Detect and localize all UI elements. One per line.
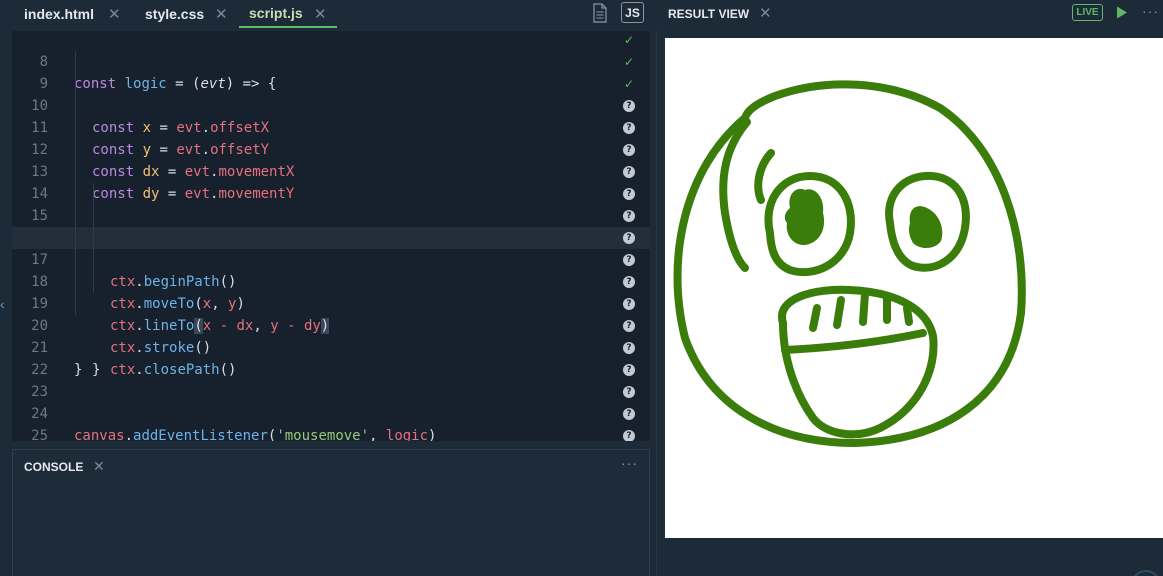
indent-guide xyxy=(75,139,76,161)
close-icon[interactable]: ✕ xyxy=(314,5,327,23)
question-icon: ? xyxy=(623,100,635,112)
question-icon: ? xyxy=(623,254,635,266)
code-line[interactable]: 19 ctx.closePath() ? xyxy=(12,271,650,378)
more-options-icon[interactable]: ··· xyxy=(621,455,638,471)
head-outline-stroke xyxy=(673,80,1026,447)
code-line[interactable]: 15 ctx.beginPath() ? xyxy=(12,183,650,290)
code-line[interactable]: 18 ctx.stroke() ? xyxy=(12,249,650,356)
code-line[interactable]: 21 } ? xyxy=(12,315,650,378)
close-icon[interactable]: ✕ xyxy=(108,5,121,23)
indent-guide xyxy=(93,227,94,249)
indent-guide xyxy=(75,183,76,205)
code-line-active[interactable]: 17 ctx.lineTo(x - dx, y - dy) ? xyxy=(12,227,650,334)
indent-guide xyxy=(75,205,76,227)
indent-guide xyxy=(93,205,94,227)
code-line[interactable]: 20 } ? xyxy=(12,293,650,378)
drawing-canvas[interactable] xyxy=(665,38,1163,538)
tooth-stroke xyxy=(903,304,913,326)
question-icon: ? xyxy=(623,430,635,441)
question-icon: ? xyxy=(623,342,635,354)
question-icon: ? xyxy=(623,166,635,178)
tab-script-js[interactable]: script.js ✕ xyxy=(239,0,337,28)
console-title: CONSOLE xyxy=(24,460,84,474)
question-icon: ? xyxy=(623,320,635,332)
code-line[interactable]: 26 ? xyxy=(12,425,650,441)
document-icon[interactable] xyxy=(592,3,608,23)
tooth-stroke xyxy=(859,290,869,326)
collapse-panel-icon[interactable]: ‹ xyxy=(0,296,10,312)
check-icon: ✓ xyxy=(623,77,635,91)
code-line[interactable]: 8 const logic = (evt) => { ✓ xyxy=(12,31,650,92)
indent-guide xyxy=(75,227,76,249)
code-line[interactable]: 24 canvas.addEventListener('mousemove', … xyxy=(12,381,650,441)
language-badge[interactable]: JS xyxy=(621,2,644,23)
tab-style-css[interactable]: style.css ✕ xyxy=(145,0,241,28)
code-line[interactable]: 9 const x = evt.offsetX ✓ xyxy=(12,51,650,136)
question-icon: ? xyxy=(623,210,635,222)
check-icon: ✓ xyxy=(623,55,635,69)
play-icon[interactable] xyxy=(1116,6,1128,19)
head-inner-arc-stroke xyxy=(719,118,751,272)
code-line[interactable]: 13 ? xyxy=(12,139,650,180)
question-icon: ? xyxy=(623,386,635,398)
left-eyebrow-stroke xyxy=(754,149,775,204)
result-view-header: RESULT VIEW ✕ LIVE ··· xyxy=(656,0,1163,28)
close-icon[interactable]: ✕ xyxy=(215,5,228,23)
indent-guide xyxy=(93,249,94,271)
code-line[interactable]: 12 const dy = evt.movementY ? xyxy=(12,117,650,202)
result-view-title: RESULT VIEW xyxy=(668,7,750,21)
code-line[interactable]: 10 const y = evt.offsetY ✓ xyxy=(12,73,650,158)
tooth-stroke xyxy=(833,296,845,329)
close-icon[interactable]: ✕ xyxy=(759,4,772,22)
mouth-inner-stroke xyxy=(781,329,927,354)
indent-guide xyxy=(75,249,76,271)
indent-guide xyxy=(75,293,76,315)
indent-guide xyxy=(93,271,94,293)
indent-guide xyxy=(75,161,76,183)
indent-guide xyxy=(75,117,76,139)
question-icon: ? xyxy=(623,232,635,244)
indent-guide xyxy=(75,271,76,293)
check-icon: ✓ xyxy=(623,33,635,47)
live-badge[interactable]: LIVE xyxy=(1072,4,1103,21)
code-line[interactable]: 22 ? xyxy=(12,337,650,378)
right-pupil-fill xyxy=(909,206,943,249)
code-line[interactable]: 25 ? xyxy=(12,403,650,441)
question-icon: ? xyxy=(623,144,635,156)
code-line[interactable]: 23 ? xyxy=(12,359,650,400)
code-line[interactable]: 14 if(evt.buttons > 0) { ? xyxy=(12,161,650,246)
tab-label: index.html xyxy=(24,6,95,22)
code-line[interactable]: 11 const dx = evt.movementX ? xyxy=(12,95,650,180)
code-editor[interactable]: 8 const logic = (evt) => { ✓ 9 const x =… xyxy=(12,31,650,441)
editor-tab-bar: index.html ✕ style.css ✕ script.js ✕ JS xyxy=(0,0,656,28)
question-icon: ? xyxy=(623,364,635,376)
more-options-icon[interactable]: ··· xyxy=(1142,3,1159,19)
indent-guide xyxy=(75,73,76,95)
question-icon: ? xyxy=(623,188,635,200)
tab-label: script.js xyxy=(249,5,303,21)
code-line[interactable]: 16 ctx.moveTo(x, y) ? xyxy=(12,205,650,312)
freehand-face-drawing xyxy=(673,80,1026,447)
left-pupil-fill xyxy=(784,188,825,246)
tab-index-html[interactable]: index.html ✕ xyxy=(24,0,128,28)
close-icon[interactable]: ✕ xyxy=(93,458,105,475)
question-icon: ? xyxy=(623,276,635,288)
indent-guide xyxy=(75,95,76,117)
tooth-stroke xyxy=(809,304,821,332)
console-panel[interactable]: CONSOLE ✕ ··· xyxy=(12,449,650,576)
indent-guide xyxy=(75,51,76,73)
question-icon: ? xyxy=(623,408,635,420)
tab-label: style.css xyxy=(145,6,205,22)
indent-guide xyxy=(93,183,94,205)
question-icon: ? xyxy=(623,122,635,134)
question-icon: ? xyxy=(623,298,635,310)
